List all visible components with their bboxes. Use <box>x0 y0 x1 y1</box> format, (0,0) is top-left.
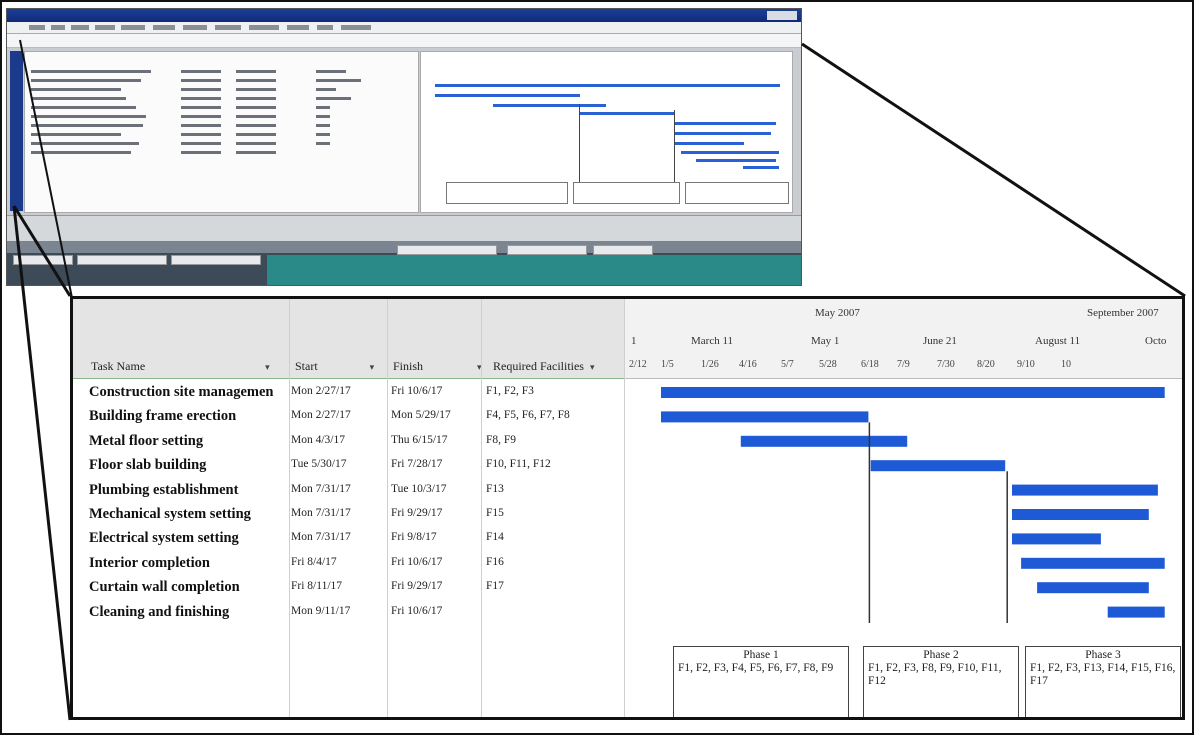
cell-name[interactable]: Construction site managemen <box>89 384 289 401</box>
gantt-bar[interactable] <box>1012 484 1158 496</box>
cell-name[interactable]: Cleaning and finishing <box>89 604 289 621</box>
thumbnail-window <box>6 8 802 286</box>
gantt-bar[interactable] <box>740 435 908 447</box>
column-finish[interactable]: Finish ▾ <box>393 359 482 374</box>
gantt-bar[interactable] <box>1107 606 1165 618</box>
cell-facilities[interactable]: F4, F5, F6, F7, F8 <box>486 409 625 421</box>
table-row[interactable]: Metal floor setting Mon 4/3/17 Thu 6/15/17… <box>73 430 625 454</box>
table-row[interactable]: Interior completion Fri 8/4/17 Fri 10/6/17… <box>73 552 625 576</box>
column-task-name[interactable]: Task Name ▾ <box>91 359 270 374</box>
cell-start[interactable]: Mon 7/31/17 <box>291 483 369 495</box>
column-required-facilities[interactable]: Required Facilities ▾ <box>493 359 595 374</box>
phase-box: Phase 1 F1, F2, F3, F4, F5, F6, F7, F8, F… <box>673 646 849 717</box>
cell-facilities[interactable]: F16 <box>486 556 625 568</box>
phase-box: Phase 2 F1, F2, F3, F8, F9, F10, F11, F12 <box>863 646 1019 717</box>
phase-facilities: F1, F2, F3, F13, F14, F15, F16, F17 <box>1030 662 1176 687</box>
cell-name[interactable]: Interior completion <box>89 555 289 572</box>
thumb-taskbar <box>7 241 801 285</box>
cell-start[interactable]: Mon 4/3/17 <box>291 434 369 446</box>
cell-name[interactable]: Mechanical system setting <box>89 506 289 523</box>
table-row[interactable]: Plumbing establishment Mon 7/31/17 Tue 10/… <box>73 479 625 503</box>
cell-finish[interactable]: Fri 7/28/17 <box>391 458 477 470</box>
cell-finish[interactable]: Fri 9/8/17 <box>391 531 477 543</box>
cell-name[interactable]: Electrical system setting <box>89 530 289 547</box>
gantt-bar[interactable] <box>1012 509 1149 520</box>
cell-facilities[interactable]: F17 <box>486 580 625 592</box>
cell-finish[interactable]: Mon 5/29/17 <box>391 409 477 421</box>
column-start[interactable]: Start ▾ <box>295 359 374 374</box>
cell-finish[interactable]: Fri 9/29/17 <box>391 580 477 592</box>
phase-facilities: F1, F2, F3, F8, F9, F10, F11, F12 <box>868 662 1002 687</box>
thumb-side-tab[interactable] <box>10 51 23 211</box>
cell-finish[interactable]: Fri 10/6/17 <box>391 556 477 568</box>
chevron-down-icon[interactable]: ▾ <box>265 362 270 372</box>
thumb-task-table <box>24 51 419 213</box>
gantt-chart: May 2007 September 2007 1 March 11 May 1… <box>625 299 1182 717</box>
cell-start[interactable]: Tue 5/30/17 <box>291 458 369 470</box>
cell-finish[interactable]: Thu 6/15/17 <box>391 434 477 446</box>
cell-start[interactable]: Mon 9/11/17 <box>291 605 369 617</box>
table-row[interactable]: Cleaning and finishing Mon 9/11/17 Fri 10/… <box>73 601 625 625</box>
cell-name[interactable]: Metal floor setting <box>89 433 289 450</box>
gantt-bar[interactable] <box>1021 557 1165 569</box>
thumb-menubar <box>7 22 801 34</box>
gantt-bar[interactable] <box>1012 533 1101 545</box>
cell-name[interactable]: Plumbing establishment <box>89 482 289 499</box>
cell-facilities[interactable]: F14 <box>486 531 625 543</box>
table-row[interactable]: Building frame erection Mon 2/27/17 Mon 5/… <box>73 405 625 429</box>
cell-start[interactable]: Mon 2/27/17 <box>291 409 369 421</box>
task-table: Task Name ▾ Start ▾ Finish ▾ Required Facil… <box>73 299 625 717</box>
cell-finish[interactable]: Tue 10/3/17 <box>391 483 477 495</box>
gantt-bar[interactable] <box>870 460 1006 472</box>
table-header: Task Name ▾ Start ▾ Finish ▾ Required Facil… <box>73 299 625 379</box>
thumb-statusbar <box>7 215 801 241</box>
cell-name[interactable]: Floor slab building <box>89 457 289 474</box>
thumb-window-buttons[interactable] <box>767 11 797 20</box>
gantt-bar[interactable] <box>661 387 1165 398</box>
phase-title: Phase 2 <box>923 649 959 661</box>
phase-box: Phase 3 F1, F2, F3, F13, F14, F15, F16, F… <box>1025 646 1181 717</box>
gantt-bar[interactable] <box>661 411 869 423</box>
table-row[interactable]: Electrical system setting Mon 7/31/17 Fri … <box>73 527 625 551</box>
chevron-down-icon[interactable]: ▾ <box>370 362 375 372</box>
cell-start[interactable]: Fri 8/4/17 <box>291 556 369 568</box>
table-row[interactable]: Curtain wall completion Fri 8/11/17 Fri 9/… <box>73 576 625 600</box>
cell-finish[interactable]: Fri 10/6/17 <box>391 385 477 397</box>
table-row[interactable]: Floor slab building Tue 5/30/17 Fri 7/28/1… <box>73 454 625 478</box>
cell-facilities[interactable]: F15 <box>486 507 625 519</box>
cell-facilities[interactable]: F10, F11, F12 <box>486 458 625 470</box>
thumb-titlebar <box>7 9 801 22</box>
cell-facilities[interactable]: F1, F2, F3 <box>486 385 625 397</box>
thumb-gantt <box>420 51 793 213</box>
phase-title: Phase 3 <box>1085 649 1121 661</box>
cell-name[interactable]: Building frame erection <box>89 408 289 425</box>
cell-facilities[interactable]: F13 <box>486 483 625 495</box>
table-row[interactable]: Construction site managemen Mon 2/27/17 Fr… <box>73 381 625 405</box>
cell-start[interactable]: Mon 7/31/17 <box>291 531 369 543</box>
phase-facilities: F1, F2, F3, F4, F5, F6, F7, F8, F9 <box>678 662 834 674</box>
chevron-down-icon[interactable]: ▾ <box>590 362 595 372</box>
cell-name[interactable]: Curtain wall completion <box>89 579 289 596</box>
thumb-ribbon <box>7 34 801 48</box>
cell-facilities[interactable]: F8, F9 <box>486 434 625 446</box>
zoomed-panel: Task Name ▾ Start ▾ Finish ▾ Required Facil… <box>70 296 1185 720</box>
phase-title: Phase 1 <box>743 649 779 661</box>
cell-start[interactable]: Fri 8/11/17 <box>291 580 369 592</box>
table-row[interactable]: Mechanical system setting Mon 7/31/17 Fri … <box>73 503 625 527</box>
gantt-bar[interactable] <box>1037 582 1149 594</box>
cell-finish[interactable]: Fri 9/29/17 <box>391 507 477 519</box>
cell-start[interactable]: Mon 2/27/17 <box>291 385 369 397</box>
cell-finish[interactable]: Fri 10/6/17 <box>391 605 477 617</box>
cell-start[interactable]: Mon 7/31/17 <box>291 507 369 519</box>
